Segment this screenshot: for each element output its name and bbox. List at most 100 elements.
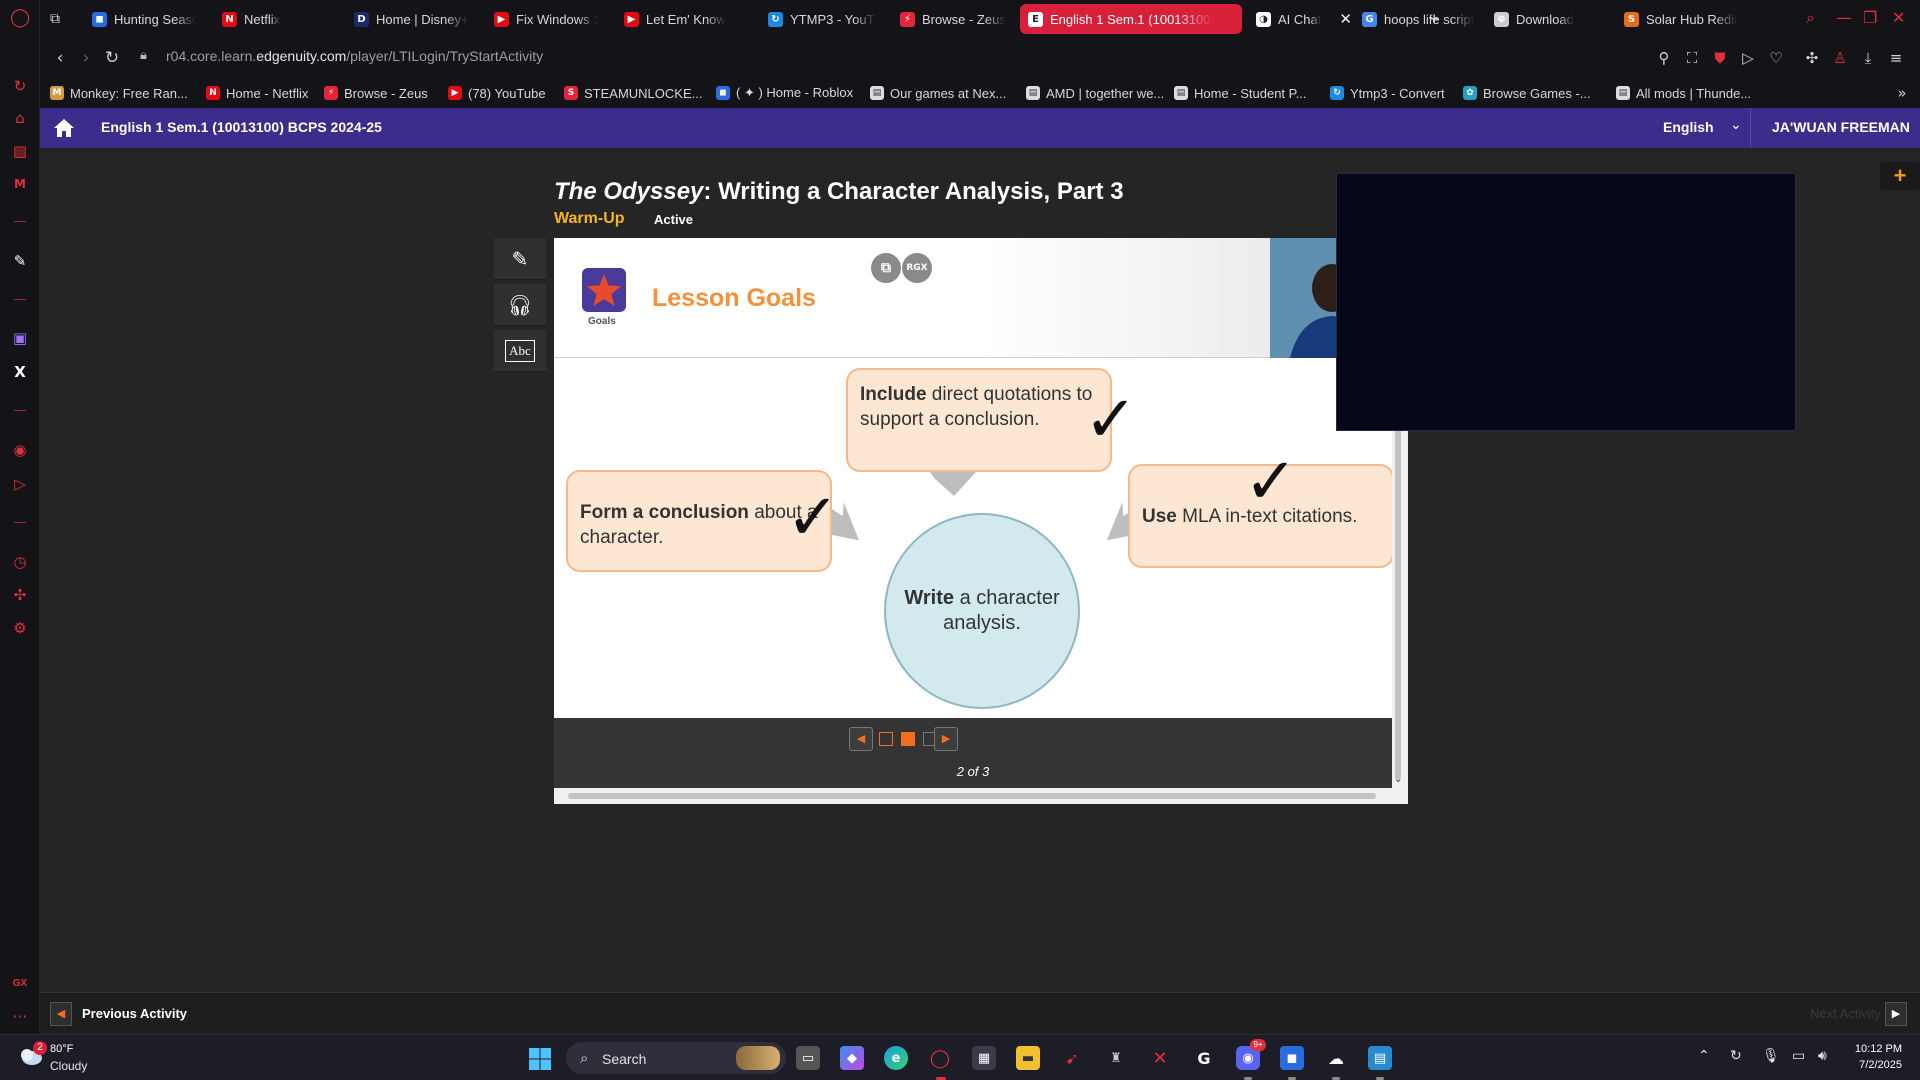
scroll-down-icon[interactable]: ⌄ [1394,774,1402,785]
sync-icon[interactable]: ↻ [1730,1048,1742,1064]
microphone-icon[interactable]: 🎙︎ [1762,1048,1780,1064]
bookmark-item[interactable]: ▶ (78) YouTube [448,83,546,103]
reload-button[interactable]: ↻ [102,48,122,68]
ai-prompt-icon[interactable]: ✎ [10,251,30,271]
tab[interactable]: ⊕ Download [1486,4,1596,34]
bookmark-item[interactable]: ▤ Our games at Nex... [870,83,1006,103]
vpn-icon[interactable]: ♙ [1830,48,1850,68]
opera-gx-icon[interactable]: ◯ [928,1046,952,1070]
bookmark-item[interactable]: ◼ ( ✦ ) Home - Roblox [716,83,853,103]
slide-page-dot[interactable] [901,732,915,746]
prev-activity-arrow-icon[interactable]: ◀ [50,1002,72,1026]
next-activity-button[interactable]: Next Activity [1810,1006,1881,1021]
bookmark-item[interactable]: ▤ AMD | together we... [1026,83,1164,103]
pin-icon[interactable]: ⚲ [1654,48,1674,68]
download-icon[interactable]: ⤓ [1858,48,1878,68]
logitech-g-icon[interactable]: G [1192,1046,1216,1070]
tab[interactable]: ▶ Fix Windows 11 [486,4,606,34]
aria-icon[interactable]: ⌂ [10,108,30,128]
redragon-icon[interactable]: ➹ [1060,1046,1084,1070]
close-window-button[interactable]: ✕ [1892,8,1905,27]
easy-setup-icon[interactable]: ≡ [1886,48,1906,68]
prev-slide-button[interactable]: ◀ [849,727,873,751]
refresh-icon[interactable]: ↻ [10,76,30,96]
clock-time[interactable]: 10:12 PM [1852,1043,1902,1055]
player-play-icon[interactable]: ▷ [1738,48,1758,68]
pencil-icon[interactable]: ✎ [494,238,546,280]
new-tab-button[interactable]: + [1429,4,1449,34]
tab[interactable]: ◑ AI Chat ✕ [1248,4,1358,34]
twitch-icon[interactable]: ▣ [10,328,30,348]
home-icon[interactable] [52,116,76,140]
roblox-icon[interactable]: ◼ [1280,1046,1304,1070]
tab[interactable]: ▶ Let Em' Know [616,4,746,34]
steam-like-icon[interactable]: ☁ [1324,1046,1348,1070]
bookmark-item[interactable]: ✿ Browse Games -... [1463,83,1591,103]
settings-icon[interactable]: ⚙ [10,618,30,638]
more-icon[interactable]: ⋯ [10,1006,30,1026]
store-icon[interactable]: ▦ [972,1046,996,1070]
bookmark-item[interactable]: ↻ Ytmp3 - Convert [1330,83,1445,103]
snapshot-icon[interactable]: ⛶ [1682,48,1702,68]
user-name[interactable]: JA'WUAN FREEMAN [1772,119,1910,135]
language-select[interactable]: English [1663,119,1714,135]
back-button[interactable]: ‹ [50,48,70,68]
audio-app-icon[interactable]: ♜ [1104,1046,1128,1070]
gx-icon[interactable]: GX [10,974,30,994]
edge-icon[interactable]: e [884,1046,908,1070]
tab-overview-icon[interactable]: ⧉ [50,4,70,34]
file-explorer-icon[interactable]: ▬ [1016,1046,1040,1070]
video-overlay[interactable] [1336,173,1796,431]
minimize-button[interactable]: — [1836,8,1852,27]
tab[interactable]: D Home | Disney+ [346,4,478,34]
weather-temperature[interactable]: 80°F [50,1043,73,1055]
close-tab-icon[interactable]: ✕ [1339,10,1352,28]
dictionary-icon[interactable]: Abc [494,330,546,372]
task-view-icon[interactable]: ▭ [796,1046,820,1070]
mail-icon[interactable]: M [10,174,30,194]
bookmark-item[interactable]: ▤ All mods | Thunde... [1616,83,1751,103]
weather-condition[interactable]: Cloudy [50,1059,87,1073]
copilot-icon[interactable]: ◆ [840,1046,864,1070]
shopping-icon[interactable]: ▨ [10,141,30,161]
history-icon[interactable]: ◷ [10,552,30,572]
notepad-icon[interactable]: ▤ [1368,1046,1392,1070]
bookmark-item[interactable]: M Monkey: Free Ran... [50,83,188,103]
bookmark-item[interactable]: ⚡ Browse - Zeus [324,83,428,103]
more-bookmarks-icon[interactable]: » [1892,83,1912,103]
opera-logo-icon[interactable]: ◯ [10,8,30,28]
bookmark-item[interactable]: N Home - Netflix [206,83,308,103]
next-slide-button[interactable]: ▶ [934,727,958,751]
heart-icon[interactable]: ♡ [1766,48,1786,68]
url-field[interactable]: r04.core.learn.edgenuity.com/player/LTIL… [166,48,543,64]
headphones-icon[interactable]: 🎧︎ [494,284,546,326]
clock-date[interactable]: 7/2/2025 [1838,1059,1902,1071]
windows-start-icon[interactable] [528,1047,552,1071]
forward-button[interactable]: › [76,48,96,68]
tab[interactable]: E English 1 Sem.1 (10013100) [1020,4,1242,34]
restore-button[interactable]: ❐ [1863,8,1877,27]
network-icon[interactable]: ▭ [1792,1048,1805,1064]
extensions-icon[interactable]: ✣ [10,585,30,605]
send-icon[interactable]: ▷ [10,474,30,494]
extensions-puzzle-icon[interactable]: ✣ [1802,48,1822,68]
horizontal-scrollbar[interactable] [554,788,1408,804]
bookmark-item[interactable]: ▤ Home - Student P... [1174,83,1307,103]
next-activity-arrow-icon[interactable]: ▶ [1885,1002,1907,1026]
tab[interactable]: N Netflix [214,4,324,34]
tab[interactable]: ⚡ Browse - Zeus [892,4,1018,34]
taskbar-search[interactable]: ⌕ Search [566,1042,786,1074]
search-tabs-icon[interactable]: ⌕ [1806,8,1815,28]
tab[interactable]: S Solar Hub Redirect [1616,4,1746,34]
expand-plus-button[interactable]: + [1880,162,1920,190]
scroll-thumb[interactable] [568,793,1376,799]
bookmark-item[interactable]: S STEAMUNLOCKE... [564,83,702,103]
xbox-like-app-icon[interactable]: ✕ [1148,1046,1172,1070]
adblock-shield-icon[interactable]: ⛊ [1710,48,1730,68]
slide-page-dot[interactable] [879,732,893,746]
tab[interactable]: Ghoops life script [1354,4,1484,34]
x-twitter-icon[interactable]: X [10,362,30,382]
player-icon[interactable]: ◉ [10,440,30,460]
chevron-down-icon[interactable]: ⌄ [1730,117,1742,133]
previous-activity-button[interactable]: Previous Activity [82,1006,187,1021]
